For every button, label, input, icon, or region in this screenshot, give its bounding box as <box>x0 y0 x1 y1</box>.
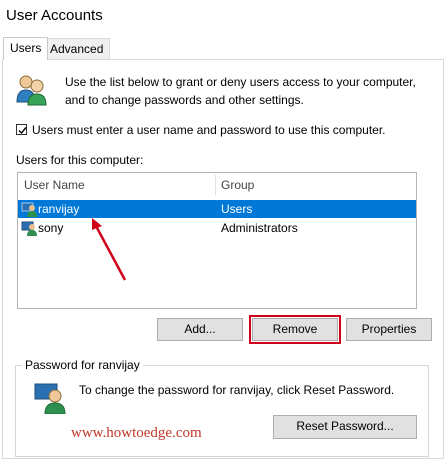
window-title: User Accounts <box>6 7 103 24</box>
properties-button[interactable]: Properties <box>346 318 432 341</box>
title-bar: User Accounts <box>0 0 446 34</box>
require-login-checkbox[interactable] <box>16 124 27 135</box>
tab-strip: Users Advanced <box>0 37 446 60</box>
reset-password-button[interactable]: Reset Password... <box>273 415 417 439</box>
user-name-cell: ranvijay <box>38 202 80 216</box>
require-login-label[interactable]: Users must enter a user name and passwor… <box>32 123 386 137</box>
column-header-user-name[interactable]: User Name <box>24 173 85 197</box>
column-separator[interactable] <box>215 175 216 195</box>
user-name-cell: sony <box>38 221 64 235</box>
user-key-icon <box>33 380 67 415</box>
intro-description: Use the list below to grant or deny user… <box>65 75 416 107</box>
table-row[interactable]: sony Administrators <box>18 219 416 237</box>
password-groupbox <box>15 365 429 457</box>
user-icon <box>21 220 37 236</box>
user-group-cell: Users <box>221 202 253 216</box>
annotation-arrow <box>92 218 127 281</box>
table-row[interactable]: ranvijay Users <box>18 200 416 218</box>
password-group-label: Password for ranvijay <box>22 358 143 372</box>
column-header-group[interactable]: Group <box>221 173 254 197</box>
user-icon <box>21 201 37 217</box>
user-group-cell: Administrators <box>221 221 298 235</box>
tab-advanced[interactable]: Advanced <box>43 38 111 59</box>
users-icon <box>14 72 48 106</box>
tab-users[interactable]: Users <box>3 37 49 60</box>
users-list[interactable]: User Name Group ranvijay Users sony Admi… <box>17 172 417 309</box>
watermark-text: www.howtoedge.com <box>71 425 202 441</box>
remove-user-button[interactable]: Remove <box>249 315 341 344</box>
users-list-label: Users for this computer: <box>16 153 144 167</box>
add-user-button[interactable]: Add... <box>157 318 243 341</box>
password-description: To change the password for ranvijay, cli… <box>79 383 395 397</box>
